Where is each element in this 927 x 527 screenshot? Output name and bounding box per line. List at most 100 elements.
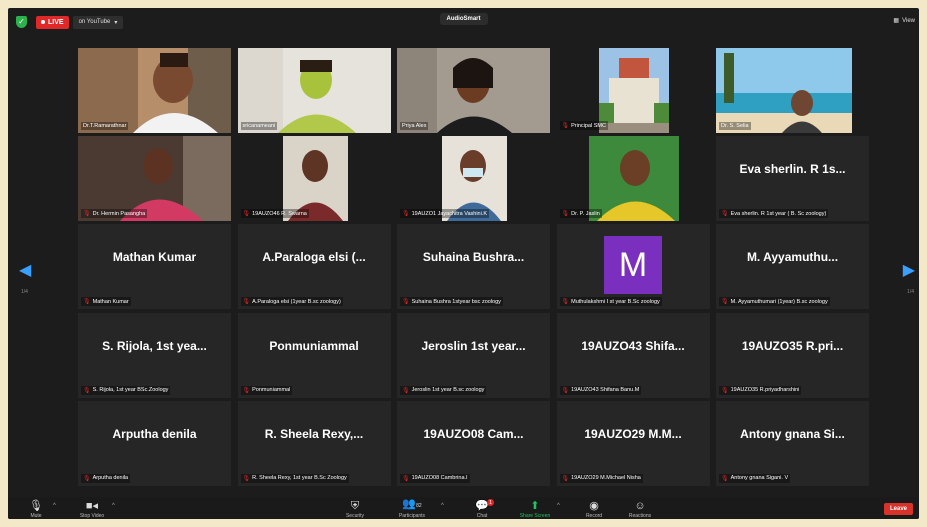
live-dot-icon — [41, 20, 45, 24]
participants-count: 82 — [416, 503, 422, 509]
participant-name-label: 🎙 M. Ayyamuthumari (1year) B.sc zoology — [719, 297, 830, 307]
participants-icon: 👥82 — [402, 498, 422, 510]
participant-display-name: Suhaina Bushra... — [422, 250, 525, 265]
reactions-smiley-icon: ☺ — [634, 500, 646, 512]
meeting-controls-toolbar: 🎙 Mute ^ ■◂ Stop Video ^ ⛨ Security 👥82 … — [8, 497, 919, 519]
participant-tile[interactable]: S. Rijola, 1st yea... 🎙 S. Rijola, 1st y… — [78, 312, 231, 398]
participant-tile[interactable]: M. Ayyamuthu... 🎙 M. Ayyamuthumari (1yea… — [716, 224, 869, 310]
participant-tile[interactable]: 🎙 Dr. Hermin Pasangha — [78, 136, 231, 222]
participant-name-label: sricanameani — [240, 122, 278, 130]
participant-tile[interactable]: R. Sheela Rexy,... 🎙 R. Sheela Rexy, 1st… — [237, 400, 391, 486]
participant-tile[interactable]: Priya Alex — [397, 48, 550, 133]
participant-name-label: 🎙 19AUZO29 M.Michael Nisha — [559, 473, 643, 483]
share-screen-button[interactable]: ⬆ Share Screen — [513, 500, 557, 519]
participants-chevron-icon[interactable]: ^ — [441, 503, 444, 509]
participant-tile[interactable]: 19AUZO43 Shifa... 🎙 19AUZO43 Shifana Ban… — [556, 312, 710, 398]
mute-label: Mute — [30, 513, 42, 519]
participant-display-name: Ponmuniammal — [269, 338, 359, 353]
participant-display-name: M. Ayyamuthu... — [746, 250, 839, 265]
participant-tile[interactable]: 19AUZO08 Cam... 🎙 19AUZO08 Cambrina.I — [397, 400, 550, 486]
meeting-title: AudioSmart — [439, 13, 488, 25]
participant-name-label: 🎙 Jeroslin 1st year B.sc zoology — [400, 385, 487, 395]
participant-name-label: Priya Alex — [400, 122, 429, 130]
record-button[interactable]: ◉ Record — [572, 500, 616, 519]
participant-tile[interactable]: Antony gnana Si... 🎙 Antony gnana Sigani… — [716, 400, 869, 486]
live-label: LIVE — [48, 18, 64, 26]
mic-muted-icon: 🎙 — [242, 211, 251, 218]
participant-name-label: 🎙 Eva sherlin. R 1st year ( B. Sc zoolog… — [719, 209, 829, 219]
zoom-meeting-window: ✓ LIVE on YouTube ▾ AudioSmart ▦ View ◀ … — [8, 8, 919, 519]
view-button[interactable]: ▦ View — [893, 17, 915, 25]
participant-video — [237, 48, 391, 133]
participant-tile[interactable]: 🎙 Principal SMC — [556, 48, 710, 133]
participant-name-label: 🎙 A.Paraloga elsi (1year B.sc zoology) — [240, 297, 343, 307]
share-screen-label: Share Screen — [519, 513, 551, 519]
mic-muted-icon: 🎙 — [242, 475, 251, 482]
chat-button[interactable]: 💬 Chat — [460, 500, 504, 519]
security-button[interactable]: ⛨ Security — [333, 500, 377, 519]
live-badge[interactable]: LIVE — [36, 15, 69, 29]
participant-display-name: Eva sherlin. R 1s... — [739, 162, 846, 177]
participant-name-label: 🎙 Suhaina Bushra 1styear bsc zoology — [400, 297, 503, 307]
mute-button[interactable]: 🎙 Mute — [14, 500, 58, 519]
mic-muted-icon: 🎙 — [561, 299, 570, 306]
audio-options-chevron-icon[interactable]: ^ — [53, 503, 56, 509]
participant-name-label: Dr. S. Selia — [719, 122, 751, 130]
video-options-chevron-icon[interactable]: ^ — [112, 503, 115, 509]
participant-name-label: 🎙 Antony gnana Sigani. V — [719, 473, 791, 483]
shield-icon: ⛨ — [350, 500, 360, 512]
mic-muted-icon: 🎙 — [402, 387, 410, 394]
participant-tile[interactable]: 🎙 19AUZO1 Jayachitra Vashini.K — [397, 136, 550, 222]
participant-display-name: A.Paraloga elsi (... — [262, 250, 366, 265]
participant-tile[interactable]: 19AUZO29 M.M... 🎙 19AUZO29 M.Michael Nis… — [556, 400, 710, 486]
participant-tile[interactable]: Dr.T.Ramarathnar — [78, 48, 231, 133]
stream-destination-dropdown[interactable]: on YouTube ▾ — [72, 15, 124, 29]
gallery-view: Dr.T.Ramarathnar sricanameani Priya Alex — [78, 48, 869, 499]
security-shield-icon[interactable]: ✓ — [16, 16, 27, 28]
participant-tile[interactable]: 🎙 Dr. P. Jaslin — [556, 136, 710, 222]
stop-video-label: Stop Video — [79, 513, 105, 519]
share-options-chevron-icon[interactable]: ^ — [557, 503, 560, 509]
participant-name-label: 🎙 19AUZO46 R. Swarna — [240, 209, 309, 219]
participant-tile[interactable]: Suhaina Bushra... 🎙 Suhaina Bushra 1stye… — [397, 224, 550, 310]
participant-name-label: 🎙 Principal SMC — [559, 121, 608, 130]
participant-name-label: 🎙 R. Sheela Rexy, 1st year B.Sc Zoology — [240, 473, 349, 483]
record-icon: ◉ — [589, 500, 599, 512]
participant-video — [716, 48, 869, 133]
mic-muted-icon: 🎙 — [83, 475, 91, 482]
participants-button[interactable]: 👥82 Participants — [390, 498, 434, 519]
mic-muted-icon: 🎙 — [83, 387, 91, 394]
participant-display-name: 19AUZO08 Cam... — [423, 426, 524, 441]
mic-muted-icon: 🎙 — [83, 211, 91, 218]
chevron-down-icon: ▾ — [114, 19, 118, 26]
participant-avatar: M — [604, 236, 662, 295]
participant-tile[interactable]: 🎙 19AUZO46 R. Swarna — [237, 136, 391, 222]
participant-tile[interactable]: M 🎙 Muthulakshmi I st year B.Sc zoology — [556, 224, 710, 310]
mic-muted-icon: 🎙 — [242, 299, 251, 306]
participant-tile[interactable]: 19AUZO35 R.pri... 🎙 19AUZO35 R.priyadhar… — [716, 312, 869, 398]
stream-label: on YouTube — [78, 19, 111, 25]
mic-muted-icon: 🎙 — [721, 475, 729, 482]
stop-video-button[interactable]: ■◂ Stop Video — [70, 500, 114, 519]
previous-page-arrow-icon[interactable]: ◀ — [19, 263, 31, 279]
participant-tile[interactable]: A.Paraloga elsi (... 🎙 A.Paraloga elsi (… — [237, 224, 391, 310]
participant-name-label: 🎙 S. Rijola, 1st year BSc.Zoology — [81, 385, 171, 395]
participant-tile[interactable]: Dr. S. Selia — [716, 48, 869, 133]
participant-display-name: Arputha denila — [112, 426, 197, 441]
participant-name-label: 🎙 19AUZO43 Shifana Banu.M — [559, 385, 642, 395]
reactions-button[interactable]: ☺ Reactions — [618, 500, 662, 519]
participant-name-label: 🎙 Muthulakshmi I st year B.Sc zoology — [559, 297, 662, 307]
mic-muted-icon: 🎙 — [561, 475, 570, 482]
next-page-arrow-icon[interactable]: ▶ — [903, 263, 915, 279]
participant-tile-active-speaker[interactable]: sricanameani — [237, 48, 391, 133]
participant-tile[interactable]: Eva sherlin. R 1s... 🎙 Eva sherlin. R 1s… — [716, 136, 869, 222]
participant-tile[interactable]: Ponmuniammal 🎙 Ponmuniammal — [237, 312, 391, 398]
participant-tile[interactable]: Arputha denila 🎙 Arputha denila — [78, 400, 231, 486]
participant-tile[interactable]: Mathan Kumar 🎙 Mathan Kumar — [78, 224, 231, 310]
leave-button[interactable]: Leave — [883, 503, 913, 515]
page-indicator-right: 1/4 — [907, 289, 914, 295]
participant-name-label: 🎙 19AUZO08 Cambrina.I — [400, 473, 470, 483]
participant-tile[interactable]: Jeroslin 1st year... 🎙 Jeroslin 1st year… — [397, 312, 550, 398]
participant-display-name: 19AUZO43 Shifa... — [581, 338, 685, 353]
video-camera-icon: ■◂ — [85, 500, 99, 512]
